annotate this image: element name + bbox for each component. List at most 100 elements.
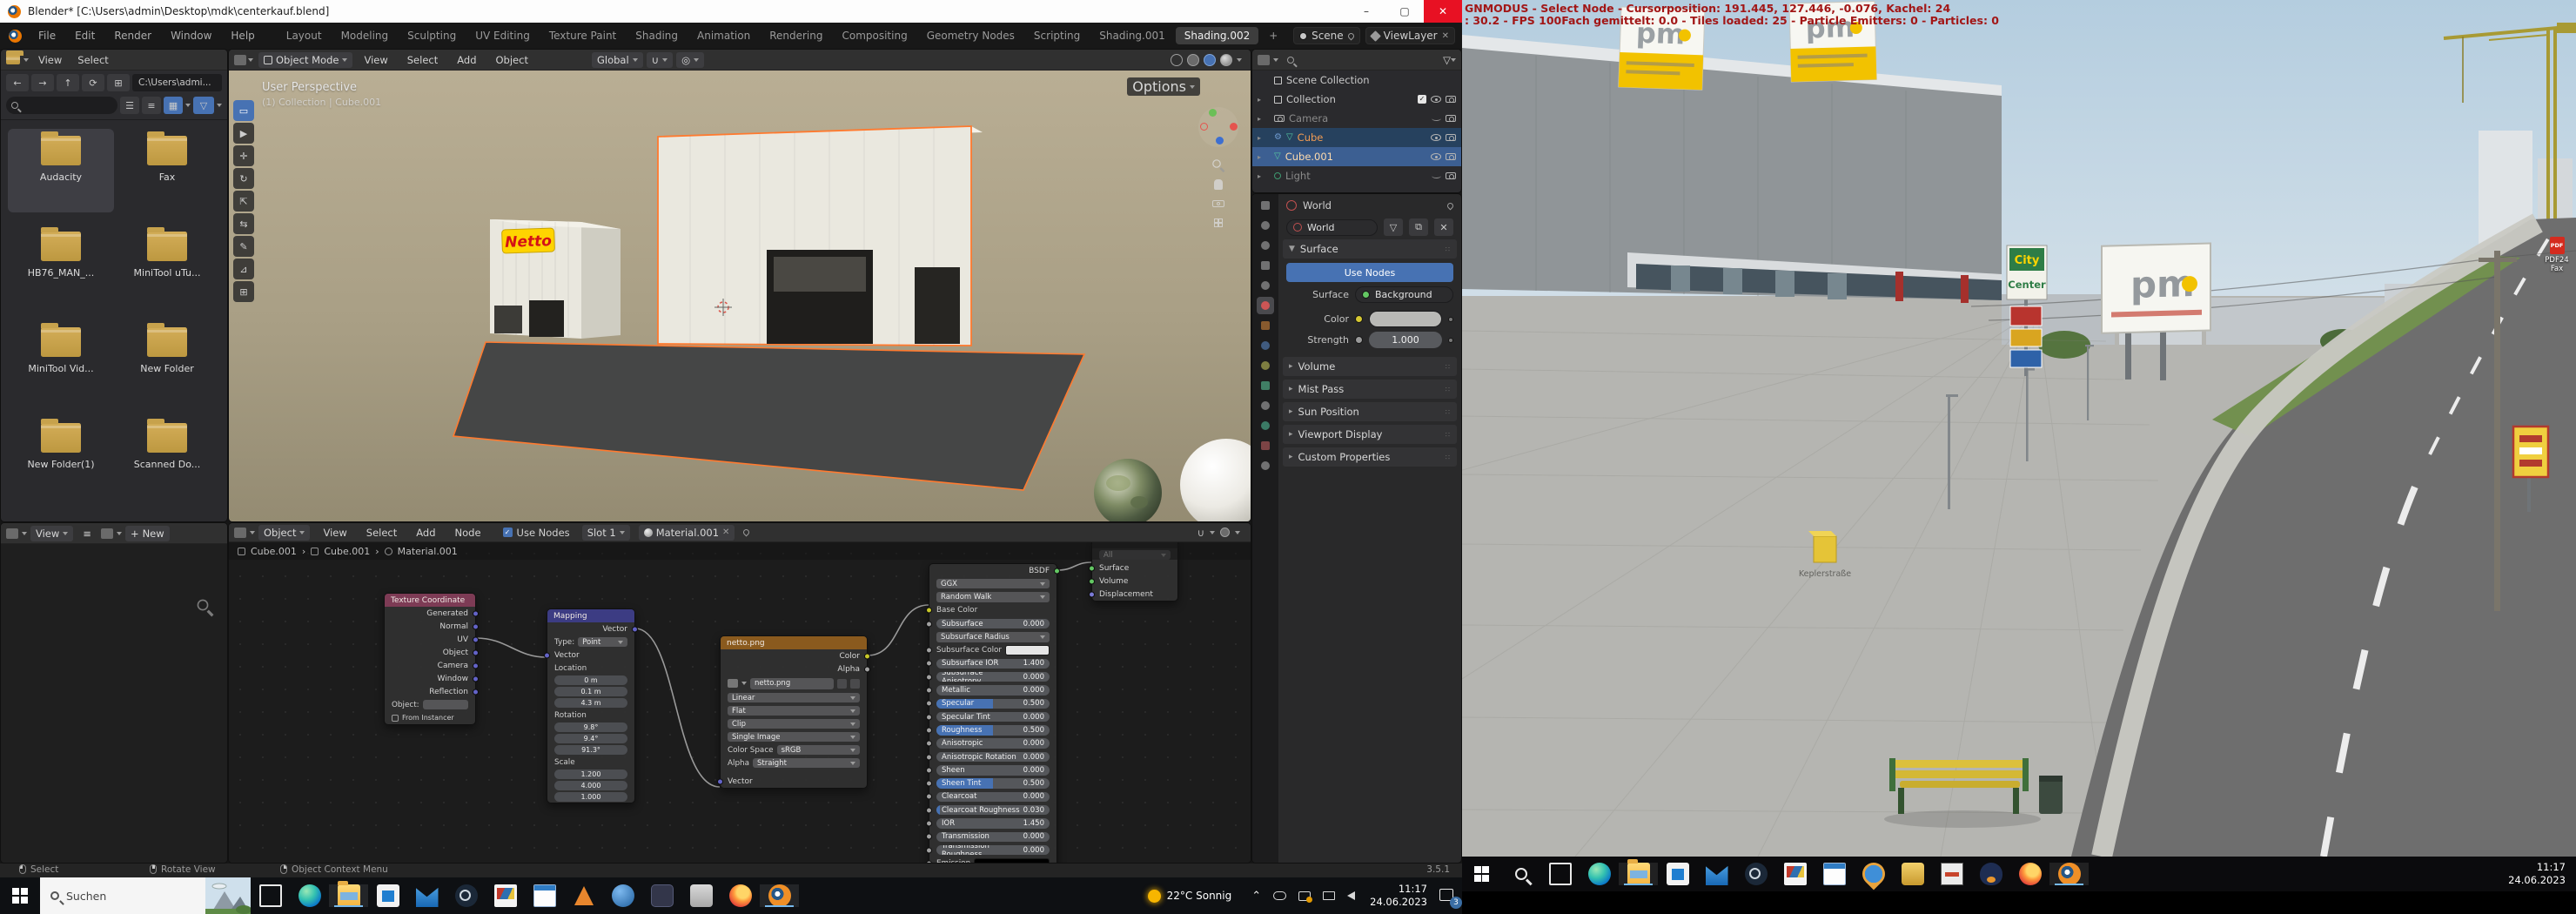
back-button[interactable]: ←: [6, 74, 29, 91]
panel-volume[interactable]: ▸Volume∷: [1283, 357, 1457, 376]
image-datablock-icon[interactable]: [101, 528, 113, 539]
blender-menu-icon[interactable]: [9, 30, 22, 43]
node-socket[interactable]: [473, 636, 479, 642]
shader-editor-type-icon[interactable]: [234, 528, 246, 538]
taskbar-icon-irfanview[interactable]: [1775, 863, 1815, 885]
shader-menu-view[interactable]: View: [313, 527, 356, 539]
image-option-single-image[interactable]: Single Image: [721, 730, 867, 743]
up-button[interactable]: ↑: [57, 74, 79, 91]
properties-tab-5-world[interactable]: [1257, 297, 1274, 314]
node-socket[interactable]: [926, 820, 932, 826]
outliner-search-icon[interactable]: [1287, 57, 1294, 64]
folder-item[interactable]: Fax: [114, 129, 220, 212]
taskbar-icon-firefox[interactable]: [721, 884, 760, 907]
hide-eye-toggle[interactable]: [1431, 134, 1441, 141]
taskbar-icon-mail[interactable]: [407, 884, 446, 907]
node-header[interactable]: Texture Coordinate: [385, 594, 475, 607]
node-image-texture[interactable]: netto.pngColorAlphanetto.pngLinearFlatCl…: [720, 635, 868, 789]
node-socket[interactable]: [1089, 591, 1095, 597]
from-instancer-checkbox[interactable]: From Instancer: [385, 711, 475, 724]
filter-button[interactable]: ▽: [193, 97, 214, 114]
hidden-eye-toggle[interactable]: [1432, 173, 1441, 178]
refresh-button[interactable]: ⟳: [82, 74, 104, 91]
node-header[interactable]: netto.png: [721, 636, 867, 649]
bsdf-row-subsurface-radius[interactable]: Subsurface Radius: [929, 630, 1057, 643]
tool-transform[interactable]: ⇆: [233, 213, 254, 234]
alpha-mode-dropdown[interactable]: AlphaStraight: [721, 756, 867, 770]
color-space-dropdown[interactable]: Color SpacesRGB: [721, 743, 867, 756]
bsdf-row-subsurface-ior[interactable]: Subsurface IOR1.400: [929, 657, 1057, 670]
node-socket[interactable]: [926, 648, 932, 654]
outliner-row-light[interactable]: ▸Light: [1252, 166, 1461, 185]
bsdf-row-anisotropic-rotation[interactable]: Anisotropic Rotation0.000: [929, 750, 1057, 763]
scene-selector[interactable]: Scene: [1293, 27, 1360, 44]
panel-sun-position[interactable]: ▸Sun Position∷: [1283, 402, 1457, 421]
bsdf-row-clearcoat[interactable]: Clearcoat0.000: [929, 790, 1057, 803]
render-visibility-toggle[interactable]: [1446, 153, 1456, 160]
shading-solid-button[interactable]: [1187, 54, 1199, 66]
properties-tab-0[interactable]: [1257, 197, 1274, 214]
node-socket[interactable]: [473, 689, 479, 695]
add-workspace-button[interactable]: +: [1260, 27, 1286, 44]
tool-measure[interactable]: ⊿: [233, 259, 254, 279]
taskbar-icon-store[interactable]: [1658, 863, 1697, 885]
taskbar-icon-firefox[interactable]: [2010, 863, 2049, 885]
render-visibility-toggle[interactable]: [1446, 172, 1456, 179]
node-canvas[interactable]: Cube.001›Cube.001›Material.001 Texture C…: [229, 542, 1251, 863]
node-mapping[interactable]: MappingVectorType:PointVectorLocation0 m…: [547, 608, 635, 803]
orientation-dropdown[interactable]: Global: [592, 52, 643, 68]
render-visibility-toggle[interactable]: [1446, 134, 1456, 141]
bsdf-row-transmission[interactable]: Transmission0.000: [929, 830, 1057, 843]
taskbar-icon-app-dark[interactable]: [642, 884, 681, 907]
new-image-button[interactable]: + New: [125, 526, 170, 541]
snapping-magnet-icon[interactable]: ∪: [1197, 527, 1204, 539]
unlink-button[interactable]: [850, 679, 860, 689]
node-socket[interactable]: [926, 860, 932, 863]
panel-surface[interactable]: ▼Surface∷: [1283, 239, 1457, 259]
menu-edit[interactable]: Edit: [65, 30, 104, 42]
node-socket[interactable]: [632, 626, 638, 632]
taskbar-icon-explorer[interactable]: [329, 884, 368, 907]
node-principled-bsdf[interactable]: BSDFGGXRandom WalkBase ColorSubsurface0.…: [929, 563, 1057, 863]
taskbar-icon-7zip[interactable]: [1932, 863, 1971, 885]
node-socket[interactable]: [926, 781, 932, 787]
maximize-button[interactable]: ▢: [1385, 0, 1424, 23]
mapping-value-field[interactable]: 9.8°: [547, 722, 634, 733]
node-texture-coordinate[interactable]: Texture CoordinateGeneratedNormalUVObjec…: [384, 593, 476, 725]
fake-user-shield-button[interactable]: ▽: [1384, 218, 1403, 236]
unpack-button[interactable]: [837, 679, 847, 689]
node-socket[interactable]: [926, 701, 932, 707]
workspace-tab-rendering[interactable]: Rendering: [761, 27, 831, 44]
bsdf-row-emission[interactable]: Emission: [929, 857, 1057, 863]
slot-dropdown[interactable]: Slot 1: [582, 525, 630, 541]
workspace-tab-compositing[interactable]: Compositing: [833, 27, 916, 44]
node-socket[interactable]: [926, 754, 932, 760]
ortho-toggle-icon[interactable]: [1211, 215, 1226, 231]
outliner-row-cube[interactable]: ▸⚙▽Cube: [1252, 128, 1461, 147]
mode-dropdown[interactable]: Object Mode: [258, 52, 352, 68]
node-socket[interactable]: [926, 741, 932, 747]
bsdf-row-roughness[interactable]: Roughness0.500: [929, 723, 1057, 736]
world-datablock-field[interactable]: World: [1286, 219, 1378, 236]
collapsed-menu-icon[interactable]: ≡: [77, 528, 97, 540]
options-button[interactable]: Options: [1127, 77, 1200, 96]
taskbar-icon-explorer[interactable]: [1619, 863, 1658, 885]
mapping-value-field[interactable]: 4.3 m: [547, 697, 634, 709]
bsdf-row-subsurface[interactable]: Subsurface0.000: [929, 617, 1057, 630]
workspace-tab-animation[interactable]: Animation: [688, 27, 759, 44]
workspace-tab-layout[interactable]: Layout: [278, 27, 331, 44]
node-socket[interactable]: [926, 834, 932, 840]
image-editor-type-icon[interactable]: [6, 528, 18, 539]
panel-mist-pass[interactable]: ▸Mist Pass∷: [1283, 380, 1457, 399]
node-socket[interactable]: [926, 714, 932, 720]
taskbar-icon-blender[interactable]: [760, 884, 799, 907]
node-socket[interactable]: [544, 652, 550, 658]
shader-type-dropdown[interactable]: Object: [258, 525, 310, 541]
animate-dot[interactable]: [1448, 317, 1453, 322]
bsdf-row-metallic[interactable]: Metallic0.000: [929, 683, 1057, 696]
taskbar-icon-window-app[interactable]: [1815, 863, 1854, 885]
properties-tab-3[interactable]: [1257, 257, 1274, 274]
tray-cast-icon[interactable]: [1298, 891, 1311, 901]
proportional-edit-toggle[interactable]: ◎: [676, 52, 704, 68]
node-socket[interactable]: [1054, 568, 1060, 574]
